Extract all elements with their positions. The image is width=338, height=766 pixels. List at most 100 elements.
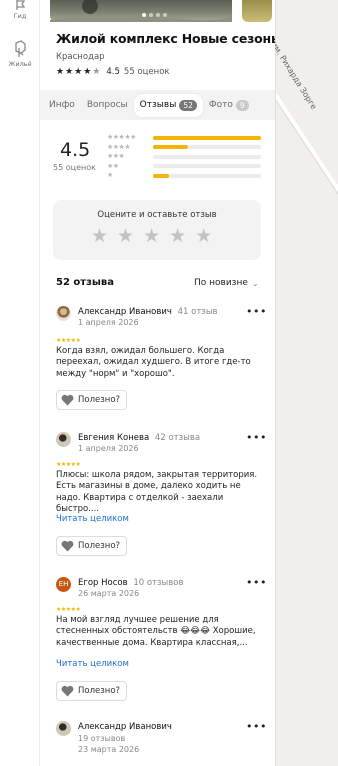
distribution-row: ★★★★ (107, 143, 263, 153)
review-author[interactable]: Александр Иванович 41 отзыв (78, 307, 218, 317)
rail-item-housing-label: Жильё (8, 60, 32, 68)
more-icon[interactable]: ••• (246, 721, 267, 732)
avatar[interactable] (56, 432, 71, 447)
rating-stars: ★ ★ ★ ★ ★ (56, 66, 101, 77)
tab-info-label: Инфо (49, 100, 75, 110)
more-icon[interactable]: ••• (246, 432, 267, 443)
review-date: 26 марта 2026 (78, 589, 140, 598)
distribution-bar (153, 173, 261, 178)
distribution-row: ★ (107, 171, 263, 181)
review-author-name: Евгения Конева (78, 433, 150, 443)
useful-button[interactable]: Полезно? (56, 681, 128, 701)
avatar[interactable] (56, 721, 71, 736)
more-icon[interactable]: ••• (246, 577, 267, 588)
distribution-stars: ★★ (107, 161, 119, 170)
rate-star-4[interactable]: ★ (169, 227, 186, 246)
photo-image (50, 0, 232, 22)
more-icon[interactable]: ••• (246, 306, 267, 317)
rail-item-guide-label: Гид (13, 12, 27, 20)
read-more-link[interactable]: Читать целиком (56, 514, 129, 524)
rate-prompt: Оцените и оставьте отзыв ★ ★ ★ ★ ★ (53, 200, 261, 260)
review-author-count: 19 отзывов (78, 734, 126, 743)
rate-star-3[interactable]: ★ (143, 227, 160, 246)
useful-label: Полезно? (78, 541, 121, 551)
carousel-dots (142, 13, 167, 17)
place-title: Жилой комплекс Новые сезоны (56, 31, 275, 46)
review-author-count: 41 отзыв (177, 307, 218, 317)
distribution-bar (153, 145, 261, 150)
review-author[interactable]: Евгения Конева 42 отзыва (78, 433, 200, 443)
review-author-count: 10 отзывов (133, 578, 184, 588)
distribution-stars: ★★★★ (107, 142, 131, 151)
rate-star-5[interactable]: ★ (195, 227, 212, 246)
distribution-bar-fill (153, 135, 261, 140)
review-stars: ★★★★★ (56, 606, 81, 613)
review-text: На мой взгляд лучшее решение для стеснен… (56, 615, 256, 648)
place-rating[interactable]: ★ ★ ★ ★ ★ 4.5 55 оценок (56, 67, 170, 77)
avatar[interactable] (56, 306, 71, 321)
rate-prompt-title: Оцените и оставьте отзыв (97, 210, 217, 220)
photo-next[interactable] (242, 0, 272, 22)
rating-summary: 4.5 55 оценок ★★★★★ ★★★★ ★★★ ★★ ★ (40, 122, 275, 192)
review-date: 23 марта 2026 (78, 745, 140, 754)
rate-star-1[interactable]: ★ (91, 227, 108, 246)
tab-reviews-label: Отзывы (139, 100, 177, 110)
tab-info[interactable]: Инфо (43, 94, 81, 116)
tab-photos[interactable]: Фото 9 (203, 94, 255, 117)
rail-item-housing[interactable]: Жильё (0, 40, 40, 68)
photo-main[interactable] (50, 0, 232, 22)
review-author[interactable]: Александр Иванович (78, 722, 172, 732)
map[interactable]: им. Рихарда Зорге (275, 0, 338, 766)
place-tabs: Инфо Вопросы Отзывы 52 Фото 9 (40, 90, 275, 120)
distribution-row: ★★★ (107, 152, 263, 162)
distribution-bar (153, 154, 261, 159)
heart-icon (61, 394, 74, 406)
distribution-stars: ★★★ (107, 152, 125, 161)
tab-reviews-badge: 52 (179, 99, 197, 111)
useful-button[interactable]: Полезно? (56, 536, 128, 556)
distribution-stars: ★★★★★ (107, 133, 136, 142)
tab-questions-label: Вопросы (86, 100, 128, 110)
tab-photos-label: Фото (208, 100, 233, 110)
review-date: 1 апреля 2026 (78, 444, 139, 453)
place-panel: Жилой комплекс Новые сезоны Краснодар ★ ★… (40, 0, 275, 766)
read-more-link[interactable]: Читать целиком (56, 659, 129, 669)
review-author-name: Александр Иванович (78, 722, 172, 732)
tab-photos-badge: 9 (235, 99, 249, 111)
heart-icon (61, 685, 74, 697)
distribution-row: ★★ (107, 162, 263, 172)
review-author[interactable]: Егор Носов 10 отзывов (78, 578, 183, 588)
review-stars: ★★★★★ (56, 461, 81, 468)
chevron-down-icon: ⌄ (251, 278, 259, 288)
place-city[interactable]: Краснодар (56, 52, 105, 62)
review-author-name: Егор Носов (78, 578, 128, 588)
house-icon (15, 40, 26, 57)
review-author-name: Александр Иванович (78, 307, 172, 317)
review-stars: ★★★★★ (56, 337, 81, 344)
rate-stars: ★ ★ ★ ★ ★ (91, 227, 212, 246)
sort-label: По новизне (194, 278, 248, 288)
useful-label: Полезно? (78, 395, 121, 405)
distribution-stars: ★ (107, 171, 113, 180)
map-roads (275, 0, 338, 766)
rate-star-2[interactable]: ★ (117, 227, 134, 246)
tab-questions[interactable]: Вопросы (81, 94, 134, 116)
useful-label: Полезно? (78, 686, 121, 696)
reviews-count: 52 отзыва (56, 277, 114, 288)
distribution-bar-fill (153, 173, 170, 178)
rating-distribution: ★★★★★ ★★★★ ★★★ ★★ ★ (107, 133, 263, 181)
useful-button[interactable]: Полезно? (56, 390, 128, 410)
photo-carousel[interactable] (50, 0, 272, 22)
summary-score: 4.5 (60, 139, 91, 161)
distribution-bar (153, 135, 261, 140)
rating-value: 4.5 (106, 67, 120, 77)
flag-icon (16, 0, 26, 10)
sort-dropdown[interactable]: По новизне ⌄ (194, 278, 259, 288)
rail-item-guide[interactable]: Гид (0, 0, 40, 20)
avatar[interactable]: ЕН (56, 577, 71, 592)
heart-icon (61, 540, 74, 552)
tab-reviews[interactable]: Отзывы 52 (133, 93, 203, 117)
distribution-bar (153, 164, 261, 169)
distribution-row: ★★★★★ (107, 133, 263, 143)
distribution-bar-fill (153, 145, 188, 150)
